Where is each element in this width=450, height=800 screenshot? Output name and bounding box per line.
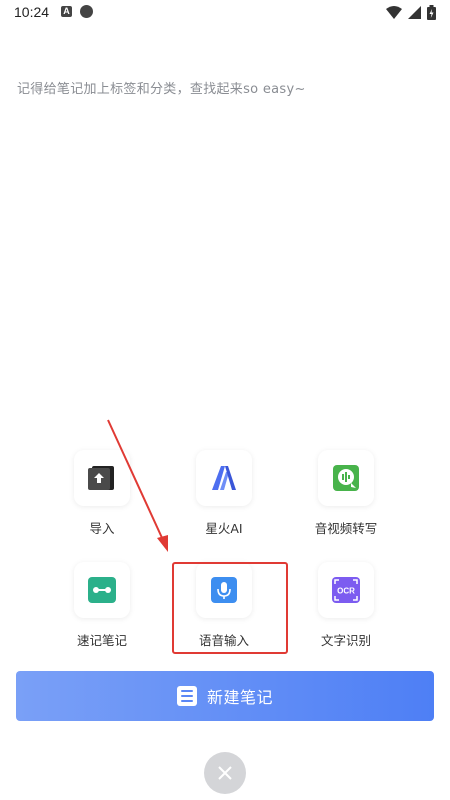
close-icon <box>218 766 232 780</box>
new-note-button[interactable]: 新建笔记 <box>16 671 434 721</box>
new-note-label: 新建笔记 <box>206 688 273 707</box>
note-icon <box>176 686 197 706</box>
close-button[interactable] <box>204 752 246 794</box>
